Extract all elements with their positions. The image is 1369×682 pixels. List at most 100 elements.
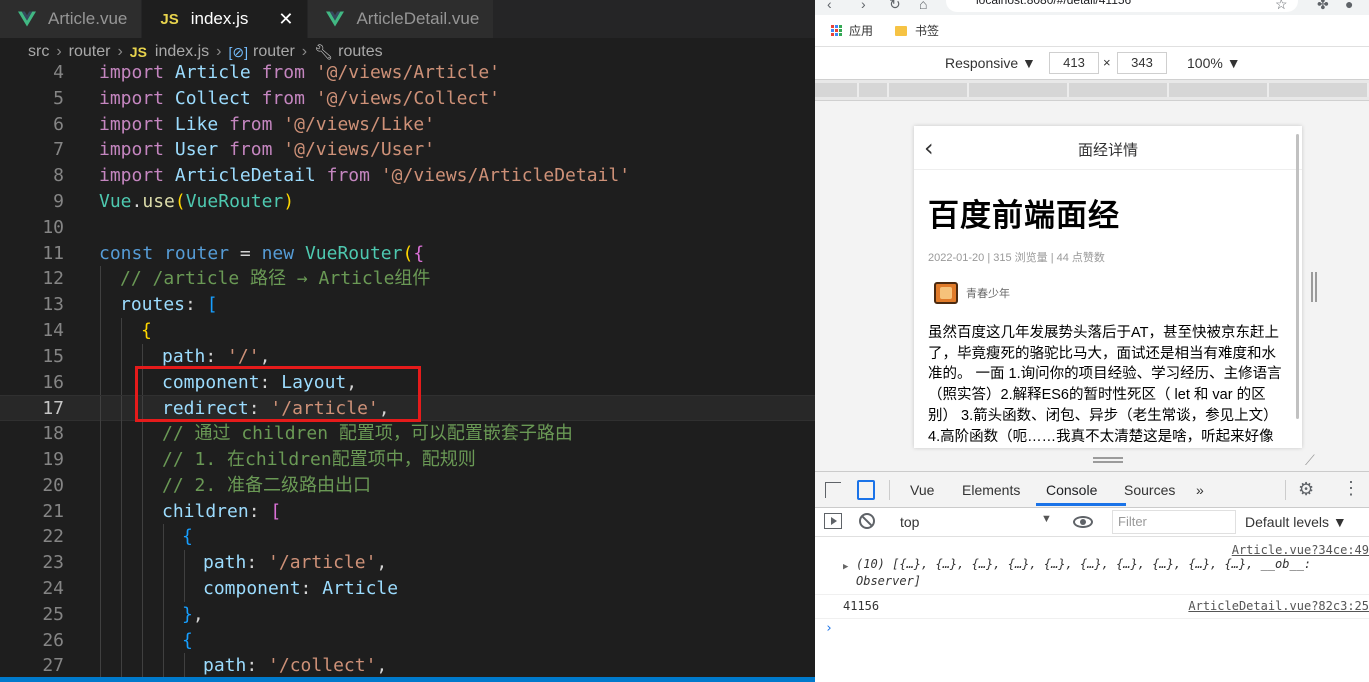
sidebar-toggle-icon[interactable] (824, 513, 842, 529)
source-link[interactable]: ArticleDetail.vue?82c3:25 (1188, 599, 1369, 613)
chevron-right-icon: › (216, 43, 222, 60)
console-array-text[interactable]: (10) [{…}, {…}, {…}, {…}, {…}, {…}, {…},… (856, 556, 1369, 590)
code-line: 26{ (0, 627, 815, 654)
context-select[interactable]: top (900, 514, 919, 530)
breadcrumb-routes[interactable]: routes (338, 43, 382, 61)
close-icon[interactable]: ✕ (278, 9, 293, 30)
resize-handle-bottom[interactable] (1093, 457, 1123, 463)
breadcrumb-var[interactable]: router (253, 43, 295, 61)
code-line: 12// /article 路径 → Article组件 (0, 266, 815, 293)
bookmark-apps[interactable]: 应用 (849, 22, 873, 39)
media-query-ruler (815, 79, 1369, 101)
star-icon[interactable]: ☆ (1275, 0, 1288, 13)
tab-label: ArticleDetail.vue (356, 9, 480, 28)
code-line: 11 const router = new VueRouter({ (42, 242, 425, 264)
chevron-right-icon: › (56, 43, 62, 60)
code-line: 13 routes: [ (0, 292, 815, 318)
gear-icon[interactable]: ⚙ (1298, 479, 1314, 500)
more-tabs-icon[interactable]: » (1196, 482, 1204, 498)
reload-icon[interactable]: ↻ (889, 0, 901, 13)
console-prompt-icon[interactable]: › (825, 621, 833, 636)
vue-icon (18, 11, 36, 27)
folder-icon (895, 25, 908, 36)
status-bar (0, 677, 815, 682)
console-message: 41156 ArticleDetail.vue?82c3:25 (815, 595, 1369, 619)
home-icon[interactable]: ⌂ (919, 0, 927, 12)
chevron-down-icon[interactable]: ▼ (1041, 513, 1052, 525)
clear-console-icon[interactable] (859, 513, 875, 529)
code-line: 21 children: [ (0, 498, 815, 525)
code-line: 23 path: '/article', (0, 550, 815, 576)
code-line: 27 path: '/collect', (0, 653, 815, 680)
device-select[interactable]: Responsive ▼ (945, 55, 1036, 71)
tab-articledetail-vue[interactable]: ArticleDetail.vue (308, 0, 495, 38)
code-editor[interactable]: Article.vue JS index.js ✕ ArticleDetail.… (0, 0, 815, 682)
bookmark-folder[interactable]: 书签 (915, 22, 939, 39)
js-icon: JS (129, 44, 147, 60)
expand-arrow-icon[interactable]: ▶ (843, 562, 848, 572)
code-line: 10 (42, 216, 64, 238)
breadcrumb-src[interactable]: src (28, 43, 49, 61)
code-line: 14{ (0, 318, 815, 344)
devtools-tab-bar: Vue Elements Console Sources » ⚙ ⋮ (815, 471, 1369, 508)
resize-handle-right[interactable] (1311, 272, 1317, 302)
more-options-icon[interactable]: ⋮ (1342, 478, 1360, 499)
forward-icon[interactable]: › (861, 0, 866, 12)
editor-tab-bar: Article.vue JS index.js ✕ ArticleDetail.… (0, 0, 815, 38)
zoom-select[interactable]: 100% ▼ (1187, 55, 1241, 71)
code-line: 18// 通过 children 配置项，可以配置嵌套子路由 (0, 421, 815, 447)
device-toolbar: Responsive ▼ 413 × 343 100% ▼ (815, 47, 1369, 79)
tab-sources[interactable]: Sources (1124, 482, 1175, 498)
console-toolbar: top ▼ Filter Default levels ▼ (815, 508, 1369, 537)
tab-article-vue[interactable]: Article.vue (0, 0, 143, 38)
viewport-scrollbar[interactable] (1296, 134, 1299, 419)
active-tab-indicator (1036, 503, 1126, 506)
resize-corner-icon[interactable]: ⟋ (1305, 452, 1315, 469)
variable-icon: [⊘] (228, 43, 248, 60)
article-body: 虽然百度这几年发展势头落后于AT，甚至快被京东赶上了，毕竟瘦死的骆驼比马大，面试… (928, 325, 1282, 445)
tab-console[interactable]: Console (1046, 482, 1097, 498)
console-message: Article.vue?34ce:49 ▶ (10) [{…}, {…}, {…… (815, 537, 1369, 595)
code-line: 8 import ArticleDetail from '@/views/Arti… (53, 165, 631, 187)
annotation-highlight-box (135, 366, 421, 422)
tab-elements[interactable]: Elements (962, 482, 1020, 498)
article-meta: 2022-01-20 | 315 浏览量 | 44 点赞数 (928, 252, 1105, 264)
code-line: 6 import Like from '@/views/Like' (53, 113, 435, 135)
code-line: 5 import Collect from '@/views/Collect' (53, 87, 501, 109)
device-height-input[interactable]: 343 (1117, 52, 1167, 74)
nav-title: 面经详情 (1077, 142, 1138, 159)
log-levels-select[interactable]: Default levels ▼ (1245, 514, 1347, 530)
code-line: 4 import Article from '@/views/Article' (53, 62, 501, 83)
device-width-input[interactable]: 413 (1049, 52, 1099, 74)
code-line: 20// 2. 准备二级路由出口 (0, 472, 815, 499)
tab-index-js[interactable]: JS index.js ✕ (142, 0, 309, 38)
console-output: Article.vue?34ce:49 ▶ (10) [{…}, {…}, {…… (815, 537, 1369, 682)
live-expression-icon[interactable] (1073, 516, 1093, 528)
code-line: 7 import User from '@/views/User' (53, 139, 435, 161)
profile-icon[interactable]: ● (1345, 0, 1353, 12)
browser-window: ‹ › ↻ ⌂ localhost:8080/#/detail/41156 ☆ … (815, 0, 1369, 682)
code-line: 19// 1. 在children配置项中，配规则 (0, 447, 815, 473)
url-field[interactable]: localhost:8080/#/detail/41156 (946, 0, 1298, 12)
article-title: 百度前端面经 (928, 198, 1120, 233)
js-icon: JS (160, 10, 179, 28)
wrench-icon: 🔧︎ (314, 44, 334, 61)
source-link[interactable]: Article.vue?34ce:49 (1232, 543, 1369, 557)
extension-icon[interactable]: ✤ (1317, 0, 1329, 13)
code-line: 25}, (0, 601, 815, 628)
code-line: 24 component: Article (0, 576, 815, 602)
filter-input[interactable]: Filter (1112, 510, 1236, 534)
tab-label: index.js (190, 9, 249, 28)
bookmarks-bar: 应用 书签 (815, 15, 1369, 47)
device-toggle-icon[interactable] (857, 480, 875, 500)
breadcrumb-router[interactable]: router (69, 43, 111, 61)
tab-label: Article.vue (48, 9, 128, 28)
inspect-element-icon[interactable] (825, 482, 841, 498)
breadcrumb-file[interactable]: index.js (155, 43, 209, 61)
address-bar: ‹ › ↻ ⌂ localhost:8080/#/detail/41156 ☆ … (815, 0, 1369, 15)
back-icon[interactable]: ‹ (827, 0, 832, 12)
author-info: 青春少年 (934, 282, 1010, 304)
vue-icon (326, 11, 345, 27)
tab-vue[interactable]: Vue (910, 482, 934, 498)
mobile-viewport[interactable]: ‹ 面经详情 百度前端面经 2022-01-20 | 315 浏览量 | 44 … (914, 126, 1302, 448)
